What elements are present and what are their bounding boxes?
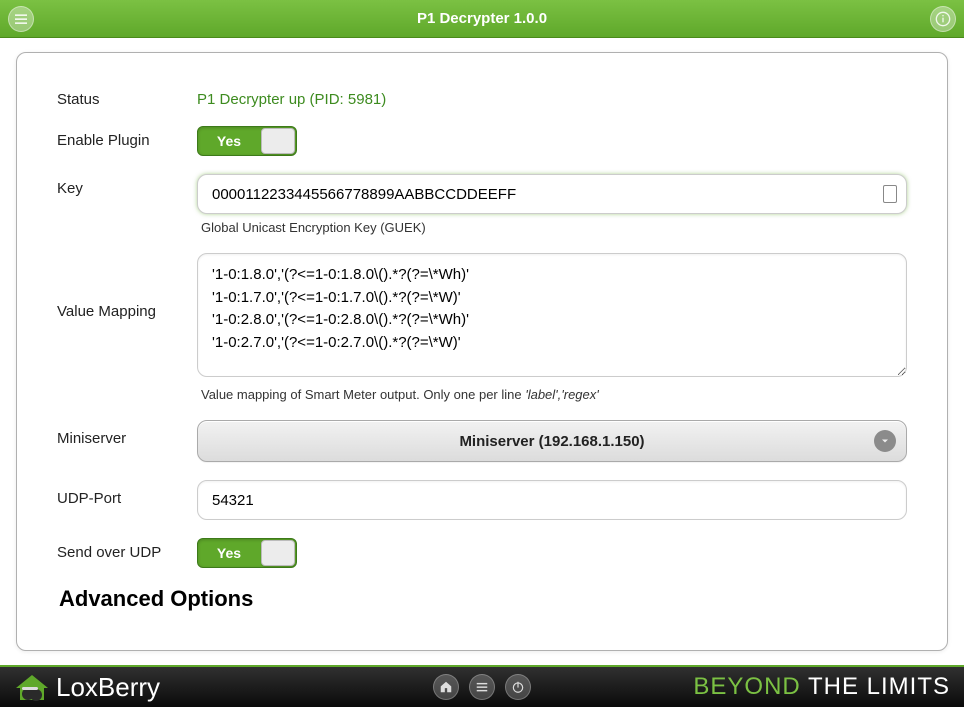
app-header: P1 Decrypter 1.0.0 bbox=[0, 0, 964, 38]
mapping-hint-prefix: Value mapping of Smart Meter output. Onl… bbox=[201, 387, 525, 402]
footer-center-icons bbox=[433, 674, 531, 700]
hamburger-icon bbox=[475, 680, 489, 694]
chevron-down-icon bbox=[874, 430, 896, 452]
status-value: P1 Decrypter up (PID: 5981) bbox=[197, 85, 907, 108]
loxberry-logo-icon bbox=[14, 672, 50, 702]
power-button[interactable] bbox=[505, 674, 531, 700]
slogan-beyond: BEYOND bbox=[693, 673, 800, 700]
key-row: Key Global Unicast Encryption Key (GUEK) bbox=[57, 174, 907, 235]
toggle-knob bbox=[261, 540, 295, 566]
info-icon bbox=[935, 11, 951, 27]
miniserver-label: Miniserver bbox=[57, 420, 197, 447]
info-button[interactable] bbox=[930, 6, 956, 32]
power-icon bbox=[511, 680, 525, 694]
toggle-knob bbox=[261, 128, 295, 154]
value-mapping-row: Value Mapping Value mapping of Smart Met… bbox=[57, 253, 907, 402]
slogan-limits: THE LIMITS bbox=[801, 673, 950, 700]
key-label: Key bbox=[57, 174, 197, 197]
hamburger-icon bbox=[13, 11, 29, 27]
send-udp-label: Send over UDP bbox=[57, 538, 197, 561]
toggle-enable-label: Yes bbox=[198, 133, 260, 149]
footer-brand-text: LoxBerry bbox=[56, 672, 160, 703]
advanced-options-heading: Advanced Options bbox=[59, 586, 907, 612]
value-mapping-textarea[interactable] bbox=[197, 253, 907, 377]
clipboard-icon[interactable] bbox=[883, 185, 897, 203]
send-udp-toggle[interactable]: Yes bbox=[197, 538, 297, 568]
udp-port-input[interactable] bbox=[197, 480, 907, 520]
miniserver-select[interactable]: Miniserver (192.168.1.150) bbox=[197, 420, 907, 462]
footer-logo: LoxBerry bbox=[14, 672, 160, 703]
udp-port-row: UDP-Port bbox=[57, 480, 907, 520]
footer-slogan: BEYOND THE LIMITS bbox=[693, 673, 950, 701]
udp-port-label: UDP-Port bbox=[57, 480, 197, 507]
status-label: Status bbox=[57, 85, 197, 108]
key-input[interactable] bbox=[197, 174, 907, 214]
miniserver-selected-value: Miniserver (192.168.1.150) bbox=[459, 433, 644, 450]
key-hint: Global Unicast Encryption Key (GUEK) bbox=[197, 220, 907, 235]
enable-plugin-toggle[interactable]: Yes bbox=[197, 126, 297, 156]
toggle-sendudp-label: Yes bbox=[198, 545, 260, 561]
mapping-hint-example: 'label','regex' bbox=[525, 387, 599, 402]
menu-footer-button[interactable] bbox=[469, 674, 495, 700]
value-mapping-hint: Value mapping of Smart Meter output. Onl… bbox=[197, 387, 907, 402]
enable-plugin-row: Enable Plugin Yes bbox=[57, 126, 907, 156]
value-mapping-label: Value Mapping bbox=[57, 253, 197, 320]
menu-button[interactable] bbox=[8, 6, 34, 32]
main-panel: Status P1 Decrypter up (PID: 5981) Enabl… bbox=[16, 52, 948, 651]
enable-plugin-label: Enable Plugin bbox=[57, 126, 197, 149]
home-button[interactable] bbox=[433, 674, 459, 700]
miniserver-row: Miniserver Miniserver (192.168.1.150) bbox=[57, 420, 907, 462]
home-icon bbox=[439, 680, 453, 694]
page-title: P1 Decrypter 1.0.0 bbox=[417, 10, 547, 27]
send-udp-row: Send over UDP Yes bbox=[57, 538, 907, 568]
status-row: Status P1 Decrypter up (PID: 5981) bbox=[57, 85, 907, 108]
app-footer: LoxBerry BEYOND THE LIMITS bbox=[0, 665, 964, 707]
